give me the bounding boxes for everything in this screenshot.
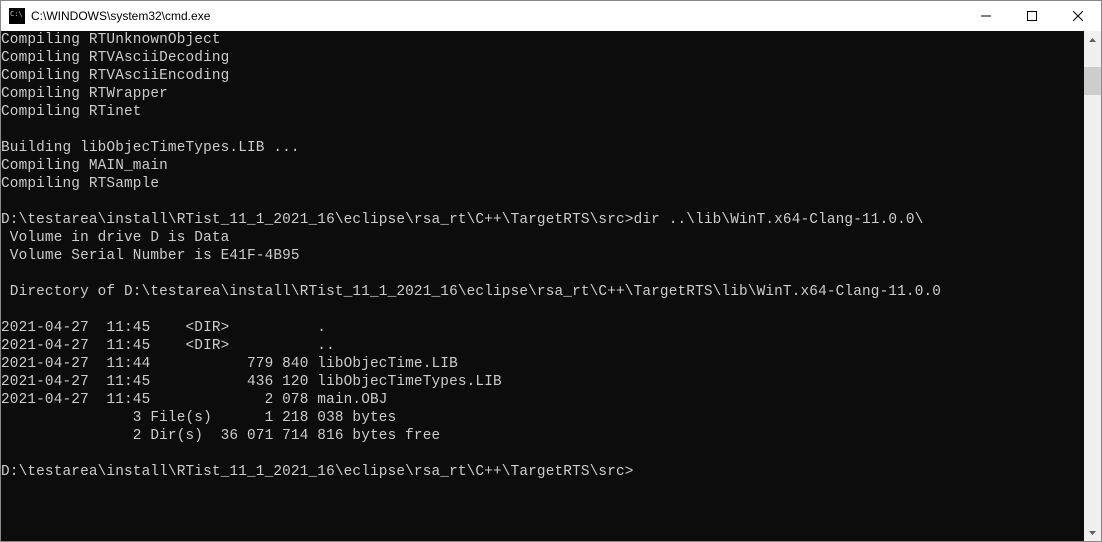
maximize-icon xyxy=(1027,11,1037,21)
vertical-scrollbar[interactable] xyxy=(1084,31,1101,541)
chevron-up-icon xyxy=(1089,38,1096,42)
minimize-icon xyxy=(981,11,991,21)
scroll-down-button[interactable] xyxy=(1084,524,1101,541)
titlebar[interactable]: C:\WINDOWS\system32\cmd.exe xyxy=(1,1,1101,31)
client-area: Compiling RTUnknownObject Compiling RTVA… xyxy=(1,31,1101,541)
cmd-window: C:\WINDOWS\system32\cmd.exe Compiling RT… xyxy=(0,0,1102,542)
scroll-up-button[interactable] xyxy=(1084,31,1101,48)
scroll-thumb[interactable] xyxy=(1084,67,1101,95)
window-controls xyxy=(963,1,1101,31)
close-button[interactable] xyxy=(1055,1,1101,31)
close-icon xyxy=(1073,11,1083,21)
console-output[interactable]: Compiling RTUnknownObject Compiling RTVA… xyxy=(1,31,1084,541)
cmd-icon xyxy=(9,8,25,24)
chevron-down-icon xyxy=(1089,531,1096,535)
maximize-button[interactable] xyxy=(1009,1,1055,31)
minimize-button[interactable] xyxy=(963,1,1009,31)
window-title: C:\WINDOWS\system32\cmd.exe xyxy=(31,9,963,23)
